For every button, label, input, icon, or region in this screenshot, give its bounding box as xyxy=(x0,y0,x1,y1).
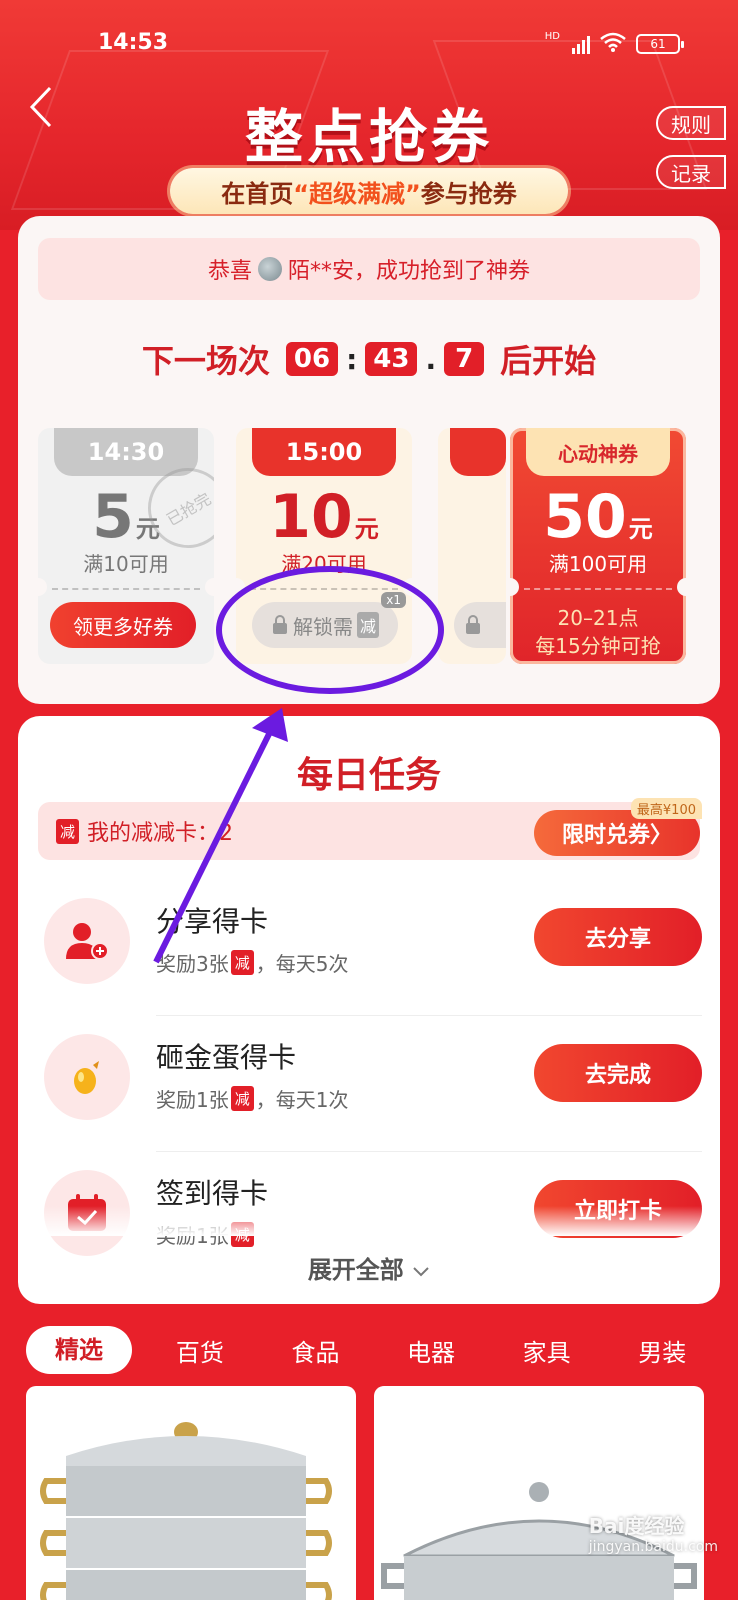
jian-badge: 减 xyxy=(56,818,80,844)
page-title: 整点抢券 xyxy=(244,103,493,171)
coupon-special: 心动神券 50元 满100可用 20–21点 每15分钟可抢 xyxy=(510,428,686,664)
coupon-amount-value: 10 xyxy=(269,482,353,552)
complete-button[interactable]: 去完成 xyxy=(534,1044,702,1102)
countdown: 下一场次 06 : 43 . 7 后开始 xyxy=(18,336,720,382)
divider xyxy=(156,1151,702,1152)
product-card[interactable] xyxy=(374,1386,704,1600)
records-button[interactable]: 记录 xyxy=(656,155,726,189)
battery-icon: 61 xyxy=(636,34,684,54)
subtitle-suffix: 参与抢券 xyxy=(420,179,517,208)
share-button[interactable]: 去分享 xyxy=(534,908,702,966)
product-card[interactable] xyxy=(26,1386,356,1600)
coupon-notch xyxy=(677,578,686,596)
coupon-condition: 满10可用 xyxy=(83,552,169,576)
coupon-divider xyxy=(524,588,672,590)
countdown-tenths: 7 xyxy=(444,342,485,376)
header: 14:53 HD 61 整点抢券 规则 记录 在首页 “超级满减” 参与抢券 xyxy=(0,0,738,230)
coupon-time: 15:00 xyxy=(252,428,396,476)
section-title: 每日任务 xyxy=(296,755,441,796)
coupon-amount-value: 5 xyxy=(92,482,134,552)
jian-badge: 减 xyxy=(230,1086,254,1111)
status-bar: HD 61 xyxy=(544,30,684,56)
chevron-down-icon xyxy=(413,1267,429,1277)
my-cards-label: 我的减减卡：2 xyxy=(87,821,234,846)
coupon-note-line: 每15分钟可抢 xyxy=(535,634,661,658)
coupon-title: 心动神券 xyxy=(526,428,670,476)
countdown-suffix: 后开始 xyxy=(500,342,597,380)
add-user-icon xyxy=(44,898,130,984)
reward-prefix: 奖励1张 xyxy=(156,1088,229,1112)
list-fade xyxy=(18,1206,720,1236)
watermark-url: jingyan.baidu.com xyxy=(588,1539,718,1555)
cooking-pot-image xyxy=(381,1482,697,1600)
signal-icon xyxy=(572,34,590,54)
task-name: 砸金蛋得卡 xyxy=(156,1041,297,1074)
subtitle-prefix: 在首页 xyxy=(221,179,294,208)
expand-all-button[interactable]: 展开全部 xyxy=(18,1250,720,1285)
coupon-note-line: 20–21点 xyxy=(557,606,639,630)
max-tag: 最高¥100 xyxy=(630,798,702,819)
golden-egg-icon xyxy=(44,1034,130,1120)
get-more-coupons-button[interactable]: 领更多好券 xyxy=(50,602,196,648)
task-item: 分享得卡 奖励3张 减 ，每天5次 去分享 xyxy=(18,884,720,1016)
watermark-brand: Bai度经验 xyxy=(588,1514,685,1538)
subtitle-highlight: “超级满减” xyxy=(293,179,421,208)
tab-furniture[interactable]: 家具 xyxy=(489,1333,605,1368)
winner-notice: 恭喜 陌**安，成功抢到了神券 xyxy=(38,238,700,300)
tab-menswear[interactable]: 男装 xyxy=(604,1333,720,1368)
baidu-watermark: Bai度经验 jingyan.baidu.com xyxy=(589,1510,718,1555)
expand-label: 展开全部 xyxy=(307,1256,404,1284)
reward-prefix: 奖励3张 xyxy=(156,952,229,976)
countdown-minutes: 43 xyxy=(365,342,418,376)
unlock-button[interactable] xyxy=(454,602,506,648)
coupon-unit: 元 xyxy=(354,515,379,543)
steamer-pot-image xyxy=(40,1422,332,1600)
countdown-hours: 06 xyxy=(285,342,339,376)
tab-appliances[interactable]: 电器 xyxy=(373,1333,489,1368)
coupon-amount: 50元 xyxy=(510,482,686,552)
countdown-prefix: 下一场次 xyxy=(141,342,270,380)
task-reward: 奖励3张 减 ，每天5次 xyxy=(156,948,348,977)
status-time: 14:53 xyxy=(98,30,169,55)
task-item: 砸金蛋得卡 奖励1张 减 ，每天1次 去完成 xyxy=(18,1020,720,1152)
coupon-partial xyxy=(438,428,506,664)
avatar xyxy=(258,257,282,281)
coupon-condition: 满100可用 xyxy=(548,552,648,576)
tab-featured[interactable]: 精选 xyxy=(26,1326,133,1374)
coupon-notch xyxy=(510,578,519,596)
rules-button[interactable]: 规则 xyxy=(656,106,726,140)
task-reward: 奖励1张 减 ，每天1次 xyxy=(156,1084,348,1113)
task-name: 分享得卡 xyxy=(156,905,269,938)
tab-food[interactable]: 食品 xyxy=(258,1333,374,1368)
annotation-circle xyxy=(216,566,444,694)
category-tabs: 精选 百货 食品 电器 家具 男装 xyxy=(18,1318,720,1382)
notice-prefix: 恭喜 xyxy=(207,259,252,284)
countdown-colon: : xyxy=(346,342,358,376)
coupon-unit: 元 xyxy=(628,515,653,543)
tab-general[interactable]: 百货 xyxy=(142,1333,258,1368)
coupon-1430: 14:30 5元 满10可用 已抢完 领更多好券 xyxy=(38,428,214,664)
lock-icon xyxy=(466,615,480,634)
coupon-amount-value: 50 xyxy=(543,482,627,552)
coupon-amount: 10元 xyxy=(236,482,412,552)
notice-text: 陌**安，成功抢到了神券 xyxy=(288,259,531,284)
jian-badge: 减 xyxy=(230,950,254,975)
coupon-time xyxy=(450,428,506,476)
coupon-notch xyxy=(38,578,47,596)
coupon-divider xyxy=(52,588,200,590)
countdown-dot: . xyxy=(425,342,437,376)
subtitle-pill: 在首页 “超级满减” 参与抢券 xyxy=(170,168,568,214)
network-type: HD xyxy=(544,30,560,42)
divider xyxy=(156,1015,702,1016)
daily-tasks-card: 每日任务 减 我的减减卡：2 限时兑券〉 最高¥100 分享得卡 奖励3张 减 … xyxy=(18,716,720,1304)
wifi-icon xyxy=(600,32,626,56)
coupon-notch xyxy=(205,578,214,596)
reward-suffix: ，每天5次 xyxy=(255,952,349,976)
coupon-note: 20–21点 每15分钟可抢 xyxy=(510,604,686,660)
reward-suffix: ，每天1次 xyxy=(255,1088,349,1112)
